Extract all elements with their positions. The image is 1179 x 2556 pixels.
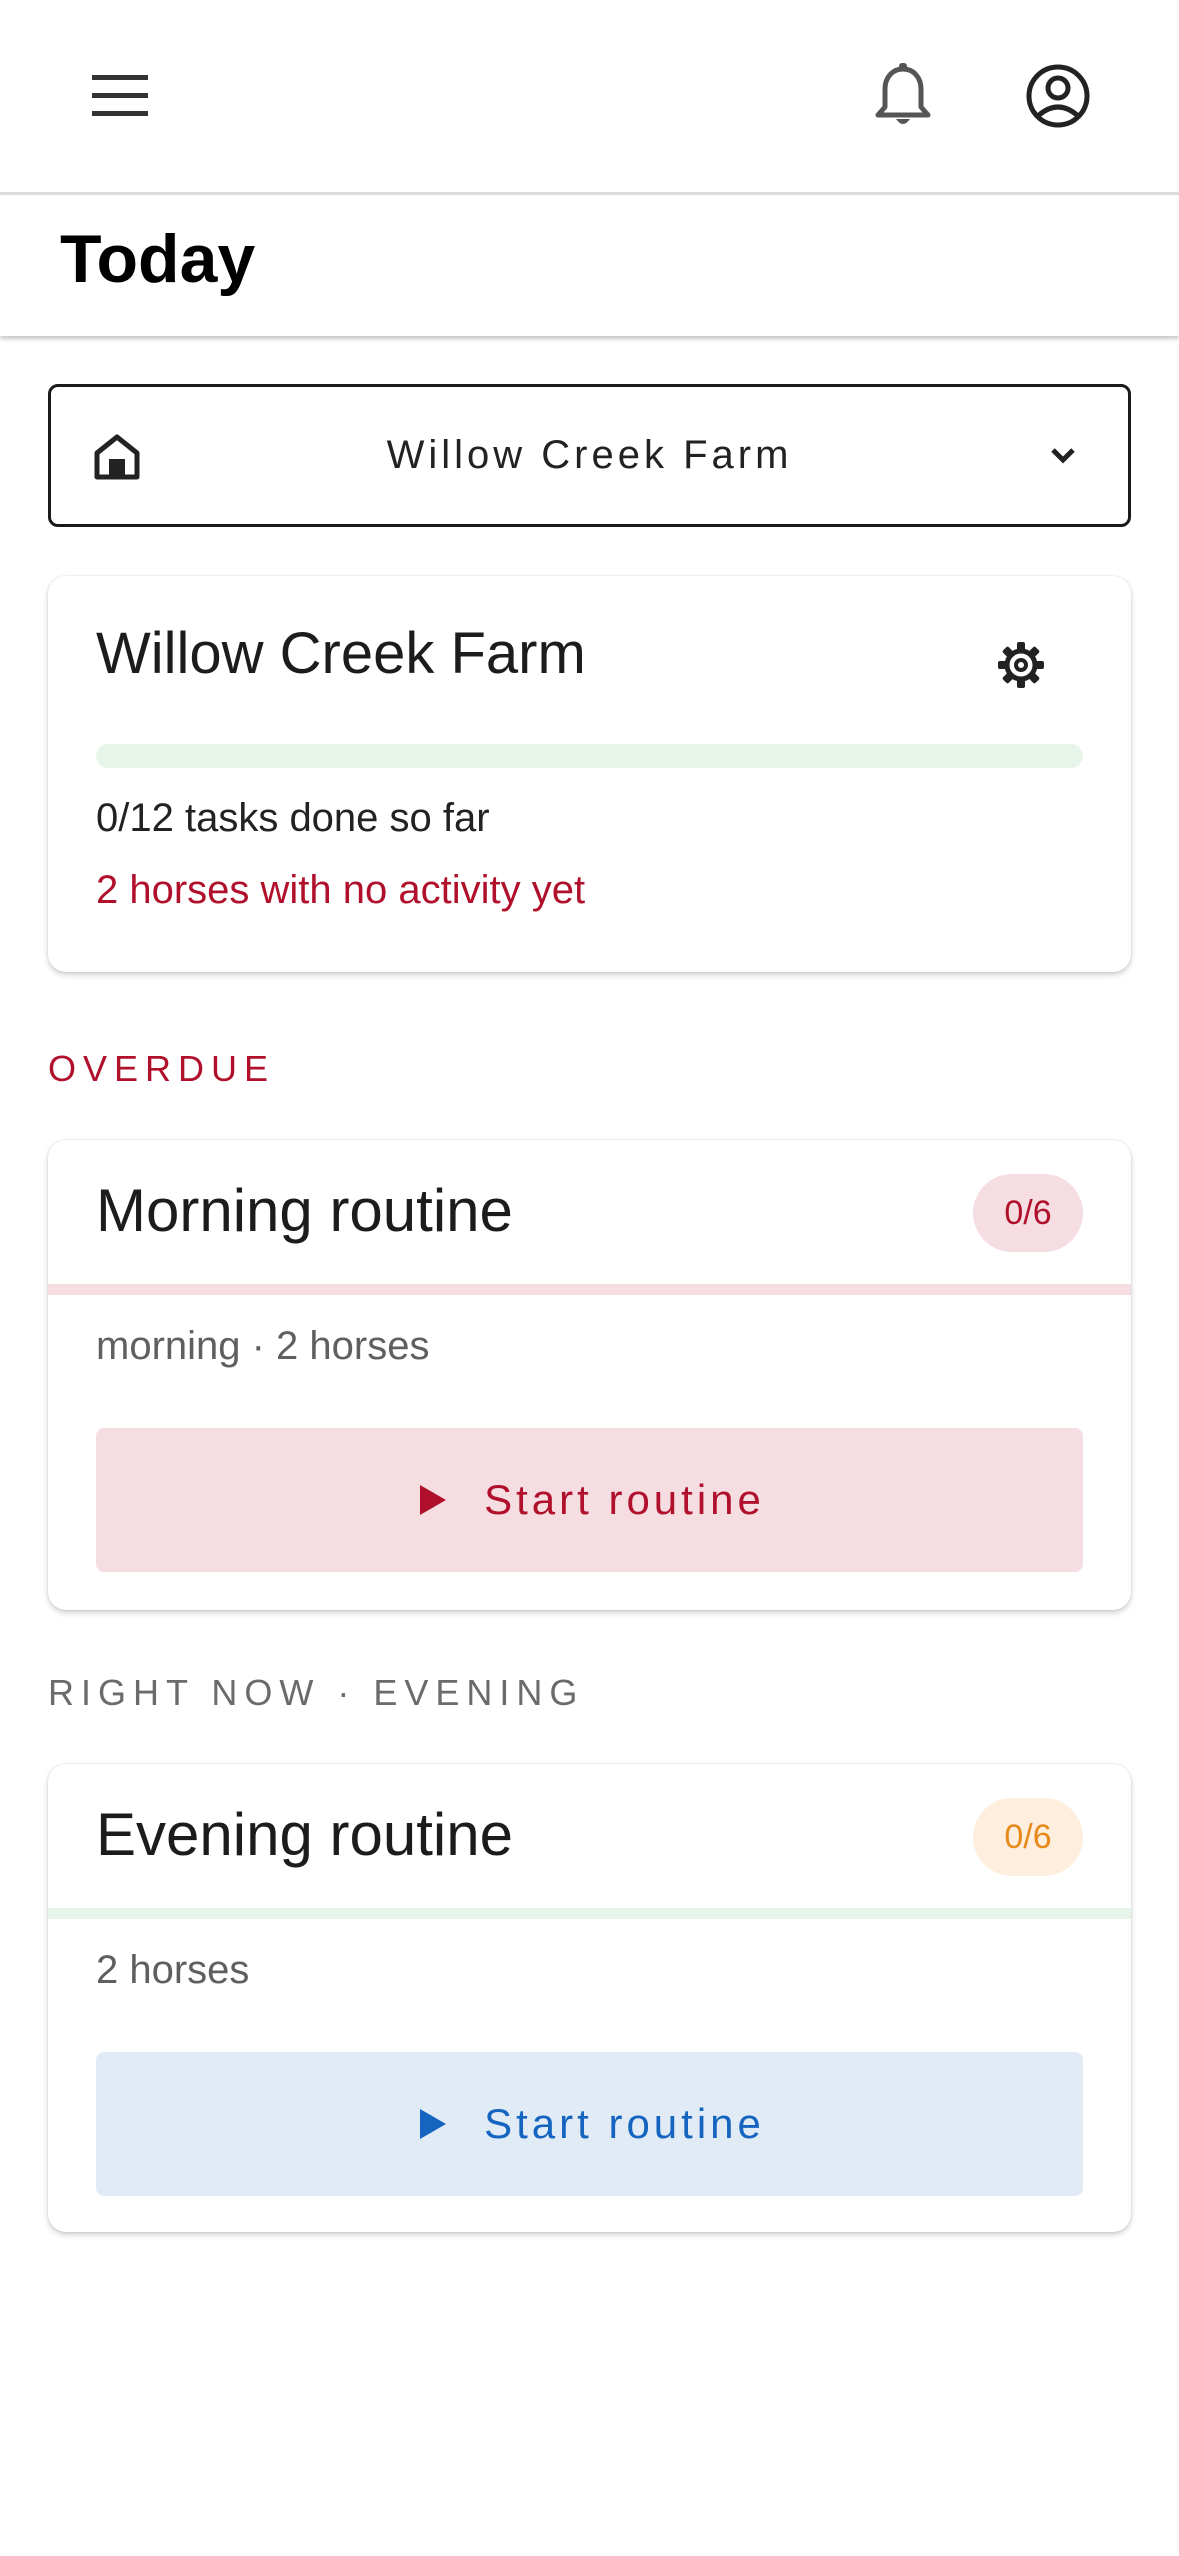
routine-card-evening[interactable]: Evening routine 0/6 2 horses Start routi…: [48, 1764, 1131, 2232]
play-icon: [420, 2109, 447, 2139]
play-icon: [420, 1485, 447, 1515]
routine-progress-bar: [48, 1908, 1131, 1919]
app-bar: [0, 0, 1179, 195]
farm-select-value: Willow Creek Farm: [386, 433, 793, 477]
tasks-done-text: 0/12 tasks done so far: [96, 796, 490, 840]
farm-select[interactable]: Willow Creek Farm: [48, 384, 1131, 527]
routine-count-badge: 0/6: [973, 1798, 1083, 1876]
start-routine-button[interactable]: Start routine: [96, 2052, 1083, 2196]
notifications-button[interactable]: [855, 48, 951, 144]
app-bar-divider: [0, 192, 1179, 195]
account-button[interactable]: [1010, 48, 1106, 144]
routine-title: Morning routine: [96, 1177, 513, 1244]
page-title: Today: [60, 221, 256, 297]
section-label-overdue: OVERDUE: [48, 1048, 276, 1089]
farm-name: Willow Creek Farm: [96, 621, 586, 686]
start-routine-label: Start routine: [484, 1476, 765, 1523]
inactive-horses-warning: 2 horses with no activity yet: [96, 868, 586, 912]
account-circle-icon: [1026, 64, 1090, 128]
routine-count-badge: 0/6: [973, 1174, 1083, 1252]
routine-card-morning[interactable]: Morning routine 0/6 morning · 2 horses S…: [48, 1140, 1131, 1610]
start-routine-button[interactable]: Start routine: [96, 1428, 1083, 1572]
home-icon: [94, 434, 140, 480]
menu-icon: [92, 75, 148, 116]
start-routine-label: Start routine: [484, 2100, 765, 2147]
routine-meta: 2 horses: [96, 1948, 250, 1992]
farm-summary-card: Willow Creek Farm 0/12 tasks done so far…: [48, 576, 1131, 972]
bell-icon: [875, 63, 931, 124]
chevron-down-icon: [1051, 448, 1075, 464]
title-bar: Today: [0, 196, 1179, 336]
farm-settings-button[interactable]: [988, 632, 1054, 698]
section-label-right-now: RIGHT NOW · EVENING: [48, 1672, 585, 1713]
menu-button[interactable]: [72, 48, 168, 144]
routine-title: Evening routine: [96, 1801, 513, 1868]
routine-progress-bar: [48, 1284, 1131, 1295]
routine-meta: morning · 2 horses: [96, 1324, 430, 1368]
tasks-progress-bar: [96, 744, 1083, 768]
gear-icon: [998, 642, 1044, 688]
